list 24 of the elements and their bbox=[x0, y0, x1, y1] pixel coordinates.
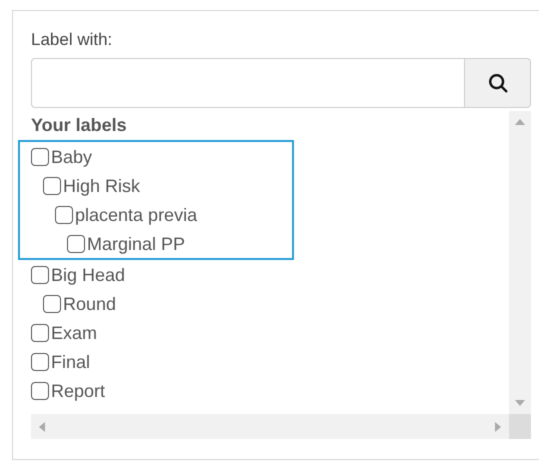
search-icon bbox=[486, 72, 508, 94]
checkbox[interactable] bbox=[43, 176, 61, 194]
label-name[interactable]: Report bbox=[51, 382, 106, 400]
checkbox[interactable] bbox=[31, 352, 49, 370]
search-field[interactable] bbox=[31, 58, 465, 108]
checkbox[interactable] bbox=[43, 294, 61, 312]
search-button[interactable] bbox=[465, 58, 531, 108]
section-heading: Your labels bbox=[31, 114, 128, 137]
label-name[interactable]: Big Head bbox=[51, 266, 126, 284]
label-name[interactable]: Final bbox=[51, 352, 90, 370]
checkbox[interactable] bbox=[31, 266, 49, 284]
checkbox[interactable] bbox=[55, 206, 73, 224]
label-name[interactable]: Marginal PP bbox=[87, 234, 186, 252]
label-name[interactable]: placenta previa bbox=[75, 206, 198, 224]
label-name[interactable]: High Risk bbox=[63, 176, 140, 194]
checkbox[interactable] bbox=[31, 382, 49, 400]
checkbox[interactable] bbox=[67, 234, 85, 252]
scrollbar-corner bbox=[509, 414, 531, 439]
field-label: Label with: bbox=[31, 31, 114, 48]
checkbox[interactable] bbox=[31, 324, 49, 342]
label-name[interactable]: Exam bbox=[51, 324, 98, 342]
label-name[interactable]: Baby bbox=[51, 148, 92, 166]
checkbox[interactable] bbox=[31, 148, 49, 166]
label-name[interactable]: Round bbox=[63, 294, 116, 312]
